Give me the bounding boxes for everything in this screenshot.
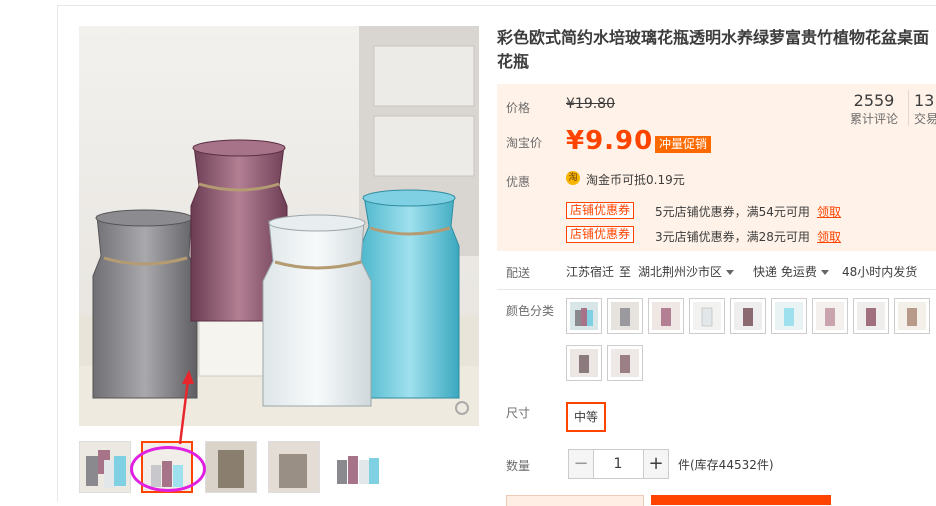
trades-stat[interactable]: 13 交易 [914,91,936,127]
quantity-input[interactable]: 1 [593,449,643,479]
coupon-text-1: 5元店铺优惠券，满54元可用 [655,205,810,219]
shipping-eta: 48小时内发货 [842,265,918,279]
chevron-down-icon [726,270,735,275]
promo-badge: 冲量促销 [655,136,712,153]
taobao-coin-icon: 淘 [566,171,580,185]
annotation-highlight-circle [130,446,206,492]
stat-divider [908,90,909,126]
taobao-price-label: 淘宝价 [506,136,543,150]
size-label: 尺寸 [506,406,531,420]
reviews-stat[interactable]: 2559 累计评论 [846,91,902,127]
reviews-count: 2559 [853,91,895,110]
color-option-10[interactable] [566,345,602,381]
thumbnail-1[interactable] [79,441,131,493]
reviews-label: 累计评论 [849,112,898,126]
shipping-method-text: 快递 免运费 [753,265,817,279]
color-option-5[interactable] [730,298,766,334]
color-option-7[interactable] [812,298,848,334]
shipping-method-selector[interactable]: 快递 免运费 [753,263,829,280]
stock-text: 件(库存44532件) [678,458,774,472]
coin-offer-text: 淘金币可抵0.19元 [586,173,685,187]
color-option-11[interactable] [607,345,643,381]
original-price: ¥19.80 [566,96,615,112]
quantity-increase-button[interactable]: + [643,449,669,479]
main-product-image[interactable] [79,26,479,426]
color-option-1[interactable] [566,298,602,334]
product-title: 彩色欧式简约水培玻璃花瓶透明水养绿萝富贵竹植物花盆桌面花瓶 [497,28,930,71]
quantity-decrease-button[interactable]: − [568,449,594,479]
destination-selector[interactable]: 湖北荆州沙市区 [638,263,735,280]
trades-label: 交易 [914,112,936,126]
coupon-tag-1: 店铺优惠券 [566,202,635,219]
chevron-down-icon [820,270,829,275]
claim-coupon-link-1[interactable]: 领取 [817,203,841,220]
trades-count: 13 [914,91,935,110]
thumbnail-3[interactable] [205,441,257,493]
thumbnail-5[interactable] [330,441,382,493]
coupon-text-2: 3元店铺优惠券，满28元可用 [655,230,810,244]
current-price: ¥9.90 [566,126,654,156]
promotions-label: 优惠 [506,175,531,189]
color-option-9[interactable] [894,298,930,334]
thumbnail-4[interactable] [268,441,320,493]
destination-text: 湖北荆州沙市区 [638,265,723,279]
claim-coupon-link-2[interactable]: 领取 [817,228,841,245]
color-option-2[interactable] [607,298,643,334]
shipping-label: 配送 [506,266,531,280]
price-label: 价格 [506,101,531,115]
annotation-arrow-icon [178,370,194,445]
color-option-8[interactable] [853,298,889,334]
section-divider [497,289,936,290]
shipping-to-word: 至 [619,265,632,279]
quantity-label: 数量 [506,459,531,473]
size-option-selected[interactable]: 中等 [566,402,606,432]
color-option-6[interactable] [771,298,807,334]
coupon-tag-2: 店铺优惠券 [566,226,635,243]
color-label: 颜色分类 [506,304,555,318]
color-option-4[interactable] [689,298,725,334]
shipping-origin: 江苏宿迁 [566,265,615,279]
color-option-3[interactable] [648,298,684,334]
add-to-cart-button[interactable] [651,495,831,505]
